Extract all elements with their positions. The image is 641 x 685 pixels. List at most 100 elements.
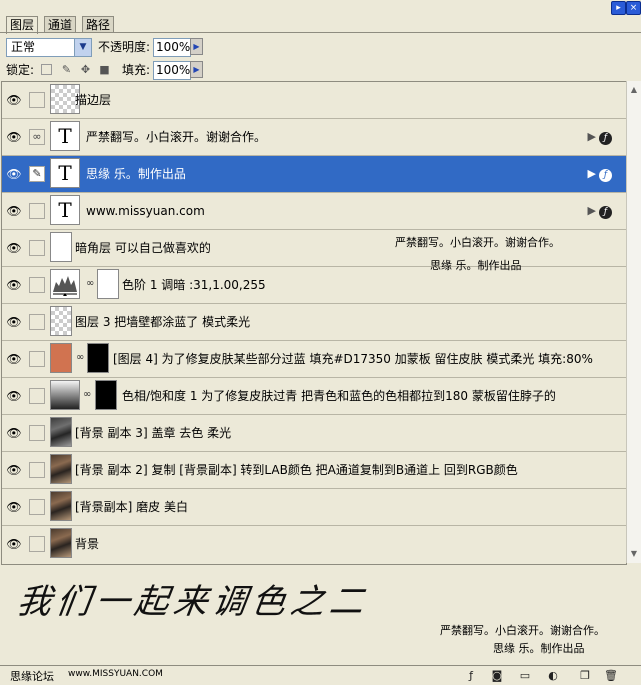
lock-image-brush-icon[interactable]: ✎ bbox=[61, 64, 72, 75]
trash-icon[interactable]: 🗑 bbox=[604, 669, 618, 682]
watermark-text-2: 思缘 乐。制作出品 bbox=[430, 259, 522, 272]
layer-name: www.missyuan.com bbox=[86, 204, 205, 218]
opacity-label: 不透明度: bbox=[98, 40, 151, 54]
link-toggle[interactable] bbox=[29, 425, 45, 441]
eye-icon[interactable]: 👁 bbox=[5, 351, 23, 367]
tab-paths[interactable]: 路径 bbox=[82, 16, 115, 33]
new-group-folder-icon[interactable]: ▭ bbox=[518, 669, 532, 682]
adjustment-layer-icon[interactable]: ◐ bbox=[546, 669, 560, 682]
layer-row-text-warning[interactable]: 👁 ∞ T 严禁翻写。小白滚开。谢谢合作。 ▶ ƒ bbox=[2, 119, 626, 156]
chevron-down-icon[interactable]: ▼ bbox=[74, 39, 91, 56]
eye-icon[interactable]: 👁 bbox=[5, 203, 23, 219]
fill-input[interactable]: 100% bbox=[153, 61, 191, 80]
link-chain-icon[interactable]: ∞ bbox=[29, 129, 45, 145]
layer-name: 色相/饱和度 1 为了修复皮肤过青 把青色和蓝色的色相都拉到180 蒙板留住脖子… bbox=[122, 389, 556, 403]
layer-thumbnail bbox=[50, 306, 72, 336]
link-toggle[interactable] bbox=[29, 92, 45, 108]
new-layer-icon[interactable]: ❐ bbox=[578, 669, 592, 682]
photo-thumbnail bbox=[50, 528, 72, 558]
forum-name: 思缘论坛 bbox=[10, 670, 54, 683]
lock-all-icon[interactable]: ■ bbox=[99, 64, 110, 75]
layer-style-fx-icon[interactable]: ƒ bbox=[464, 669, 478, 682]
layer-name: 暗角层 可以自己做喜欢的 bbox=[75, 241, 211, 255]
fill-label: 填充: bbox=[122, 63, 151, 77]
fill-value: 100% bbox=[156, 63, 191, 77]
mask-link-chain-icon[interactable]: ∞ bbox=[86, 278, 94, 289]
lock-position-move-icon[interactable]: ✥ bbox=[80, 64, 91, 75]
fx-icon: ƒ bbox=[599, 169, 612, 182]
opacity-input[interactable]: 100% bbox=[153, 38, 191, 57]
eye-icon[interactable]: 👁 bbox=[5, 129, 23, 145]
eye-icon[interactable]: 👁 bbox=[5, 314, 23, 330]
layer-name: 思缘 乐。制作出品 bbox=[86, 167, 186, 181]
handwritten-title: 我们一起来调色之二 bbox=[14, 582, 372, 622]
layer-row-layer3[interactable]: 👁 图层 3 把墙壁都涂蓝了 模式柔光 bbox=[2, 304, 626, 341]
layer-row-vignette[interactable]: 👁 暗角层 可以自己做喜欢的 严禁翻写。小白滚开。谢谢合作。 bbox=[2, 230, 626, 267]
photo-thumbnail bbox=[50, 454, 72, 484]
opacity-slider-button[interactable]: ▶ bbox=[190, 38, 203, 55]
layer-row-bg-copy3[interactable]: 👁 [背景 副本 3] 盖章 去色 柔光 bbox=[2, 415, 626, 452]
layer-row-levels[interactable]: 👁 ∞ 色阶 1 调暗 :31,1.00,255 思缘 乐。制作出品 bbox=[2, 259, 626, 304]
eye-icon[interactable]: 👁 bbox=[5, 425, 23, 441]
layer-row-hue-saturation[interactable]: 👁 ∞ 色相/饱和度 1 为了修复皮肤过青 把青色和蓝色的色相都拉到180 蒙板… bbox=[2, 378, 626, 415]
layer-row-stroke[interactable]: 👁 描边层 bbox=[2, 82, 626, 119]
link-toggle[interactable] bbox=[29, 203, 45, 219]
opacity-value: 100% bbox=[156, 40, 191, 54]
link-toggle[interactable] bbox=[29, 277, 45, 293]
link-toggle[interactable] bbox=[29, 499, 45, 515]
layer-row-layer4[interactable]: 👁 ∞ [图层 4] 为了修复皮肤某些部分过蓝 填充#D17350 加蒙板 留住… bbox=[2, 341, 626, 378]
layers-list: 👁 描边层 👁 ∞ T 严禁翻写。小白滚开。谢谢合作。 ▶ ƒ 👁 ✎ T 思缘 … bbox=[1, 81, 627, 565]
link-toggle[interactable] bbox=[29, 240, 45, 256]
blend-mode-select[interactable]: 正常 ▼ bbox=[6, 38, 92, 57]
palette-menu-icon[interactable]: ▸ bbox=[611, 1, 626, 15]
layer-name: [背景 副本 3] 盖章 去色 柔光 bbox=[75, 426, 232, 440]
photo-thumbnail bbox=[50, 491, 72, 521]
fill-slider-button[interactable]: ▶ bbox=[190, 61, 203, 78]
eye-icon[interactable]: 👁 bbox=[5, 166, 23, 182]
layer-name: [背景 副本 2] 复制 [背景副本] 转到LAB颜色 把A通道复制到B通道上 … bbox=[75, 463, 518, 477]
link-toggle[interactable] bbox=[29, 462, 45, 478]
hue-saturation-adjustment-icon bbox=[50, 380, 80, 410]
link-toggle[interactable] bbox=[29, 536, 45, 552]
tab-channels[interactable]: 通道 bbox=[44, 16, 77, 33]
layer-name: 色阶 1 调暗 :31,1.00,255 bbox=[122, 278, 266, 292]
eye-icon[interactable]: 👁 bbox=[5, 277, 23, 293]
layer-effects-indicator[interactable]: ▶ ƒ bbox=[588, 204, 612, 219]
watermark-text-1: 严禁翻写。小白滚开。谢谢合作。 bbox=[395, 236, 560, 249]
link-toggle[interactable] bbox=[29, 314, 45, 330]
mask-link-chain-icon[interactable]: ∞ bbox=[83, 389, 91, 400]
eye-icon[interactable]: 👁 bbox=[5, 462, 23, 478]
layer-row-text-url[interactable]: 👁 T www.missyuan.com ▶ ƒ bbox=[2, 193, 626, 230]
mask-link-chain-icon[interactable]: ∞ bbox=[76, 352, 84, 363]
layers-scrollbar[interactable]: ▲ ▼ bbox=[626, 81, 641, 563]
eye-icon[interactable]: 👁 bbox=[5, 536, 23, 552]
scroll-down-icon[interactable]: ▼ bbox=[628, 547, 640, 561]
layer-row-background[interactable]: 👁 背景 bbox=[2, 526, 626, 562]
add-mask-icon[interactable]: ◙ bbox=[490, 669, 504, 682]
color-fill-thumbnail bbox=[50, 343, 72, 373]
lock-label: 锁定: bbox=[6, 63, 35, 77]
eye-icon[interactable]: 👁 bbox=[5, 388, 23, 404]
eye-icon[interactable]: 👁 bbox=[5, 92, 23, 108]
footer-note-1: 严禁翻写。小白滚开。谢谢合作。 bbox=[440, 624, 605, 637]
link-toggle[interactable] bbox=[29, 388, 45, 404]
layer-row-text-credit[interactable]: 👁 ✎ T 思缘 乐。制作出品 ▶ ƒ bbox=[2, 156, 626, 193]
layer-mask-thumbnail bbox=[97, 269, 119, 299]
text-layer-thumbnail-icon: T bbox=[50, 158, 80, 188]
layers-bottom-toolbar: 思缘论坛 www.MISSYUAN.COM ƒ ◙ ▭ ◐ ❐ 🗑 bbox=[0, 665, 641, 685]
eye-icon[interactable]: 👁 bbox=[5, 499, 23, 515]
layer-row-bg-copy2[interactable]: 👁 [背景 副本 2] 复制 [背景副本] 转到LAB颜色 把A通道复制到B通道… bbox=[2, 452, 626, 489]
layer-effects-indicator[interactable]: ▶ ƒ bbox=[588, 130, 612, 145]
link-toggle[interactable] bbox=[29, 351, 45, 367]
lock-transparency-icon[interactable] bbox=[41, 64, 52, 75]
scroll-up-icon[interactable]: ▲ bbox=[628, 83, 640, 97]
text-layer-thumbnail-icon: T bbox=[50, 195, 80, 225]
layer-effects-indicator[interactable]: ▶ ƒ bbox=[588, 167, 612, 182]
brush-icon[interactable]: ✎ bbox=[29, 166, 45, 182]
eye-icon[interactable]: 👁 bbox=[5, 240, 23, 256]
layer-row-bg-copy[interactable]: 👁 [背景副本] 磨皮 美白 bbox=[2, 489, 626, 526]
layer-name: 严禁翻写。小白滚开。谢谢合作。 bbox=[86, 130, 267, 144]
text-layer-thumbnail-icon: T bbox=[50, 121, 80, 151]
close-icon[interactable]: × bbox=[626, 1, 641, 15]
fx-icon: ƒ bbox=[599, 206, 612, 219]
